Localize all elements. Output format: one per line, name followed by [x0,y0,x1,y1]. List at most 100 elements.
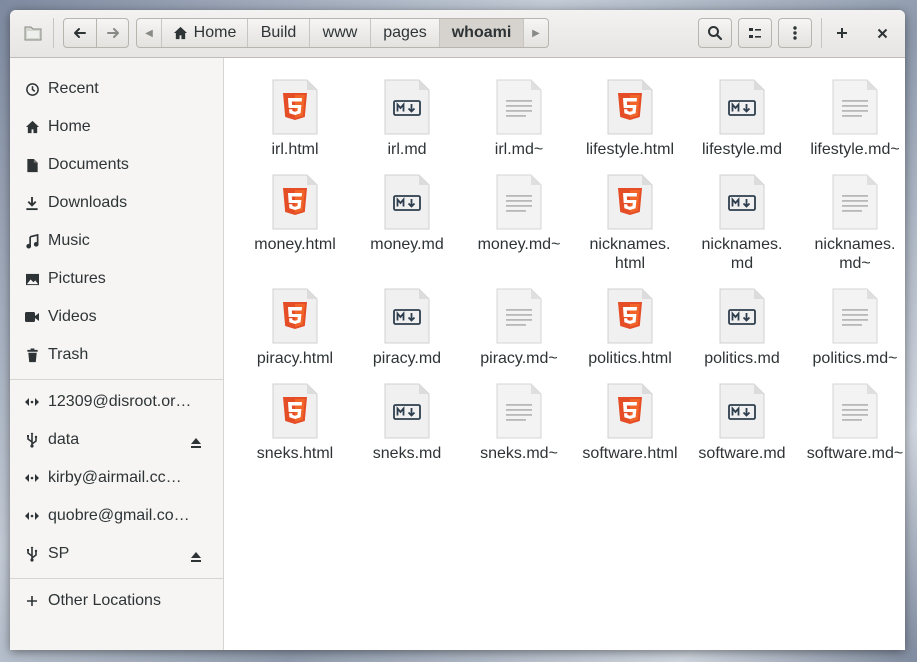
sidebar-item-label: Pictures [48,270,106,287]
file-name: money.html [254,236,336,253]
path-crumb-home[interactable]: Home [162,19,248,47]
path-crumb-current[interactable]: whoami [440,19,524,47]
sidebar-item-sp[interactable]: SP [10,535,223,573]
music-icon [24,233,40,249]
more-vertical-icon [793,26,797,40]
menu-button[interactable] [778,18,812,48]
file-item[interactable]: nicknames. md [686,174,798,273]
file-item[interactable]: politics.md [686,288,798,368]
view-toggle-button[interactable] [738,18,772,48]
path-crumb-label: pages [383,24,427,41]
path-bar: ◀ Home Build www pages whoami ▶ [136,18,549,48]
file-item[interactable]: lifestyle.html [574,79,686,159]
sidebar: Other Locations Recent Home Documents Downl… [10,58,224,650]
file-item[interactable]: irl.md~ [463,79,575,159]
header-separator [821,18,822,48]
clock-icon [24,82,40,97]
close-button[interactable] [868,18,896,48]
file-name: lifestyle.md [701,141,783,158]
app-menu-button[interactable] [20,18,46,48]
file-name: nicknames. md [701,236,783,272]
sidebar-item-music[interactable]: Music [10,222,223,260]
file-item[interactable]: money.html [239,174,351,254]
sidebar-item-documents[interactable]: Documents [10,146,223,184]
plus-icon [837,28,847,38]
path-crumb-label: Build [260,24,297,41]
sidebar-item-home[interactable]: Home [10,108,223,146]
file-item[interactable]: politics.md~ [799,288,905,368]
search-button[interactable] [698,18,732,48]
file-item[interactable]: nicknames. md~ [799,174,905,273]
path-crumb-label: www [322,24,358,41]
back-button[interactable] [63,18,97,48]
path-crumb-label: whoami [451,24,512,41]
path-scroll-left-button[interactable]: ◀ [137,19,162,47]
file-name: software.html [582,445,678,462]
path-scroll-right-button[interactable]: ▶ [524,19,548,47]
arrow-right-icon [106,28,119,38]
folder-icon [24,26,42,41]
new-window-button[interactable] [828,18,856,48]
text-file-icon [832,383,878,439]
file-item[interactable]: sneks.html [239,383,351,463]
sidebar-item-kirby-airmail-cc[interactable]: kirby@airmail.cc@… [10,459,223,497]
path-crumb-build[interactable]: Build [248,19,310,47]
close-icon [877,28,887,38]
sidebar-item-downloads[interactable]: Downloads [10,184,223,222]
markdown-file-icon [719,174,765,230]
file-item[interactable]: irl.md [351,79,463,159]
file-name: lifestyle.md~ [810,141,900,158]
file-item[interactable]: lifestyle.md [686,79,798,159]
sidebar-item-recent[interactable]: Recent [10,70,223,108]
html-file-icon [607,288,653,344]
file-item[interactable]: software.md~ [799,383,905,463]
eject-icon[interactable] [190,549,202,567]
file-item[interactable]: piracy.md [351,288,463,368]
file-item[interactable]: lifestyle.md~ [799,79,905,159]
file-item[interactable]: sneks.md [351,383,463,463]
markdown-file-icon [384,79,430,135]
sidebar-item-videos[interactable]: Videos [10,298,223,336]
video-icon [24,311,40,323]
file-name: politics.md~ [812,350,898,367]
sidebar-item-label: data [48,431,80,448]
sidebar-item-12309-disroot-or[interactable]: 12309@disroot.or… [10,383,223,421]
path-crumb-pages[interactable]: pages [371,19,440,47]
file-item[interactable]: money.md [351,174,463,254]
file-item[interactable]: piracy.html [239,288,351,368]
file-name: software.md [698,445,786,462]
file-item[interactable]: money.md~ [463,174,575,254]
forward-button[interactable] [96,18,129,48]
file-name: politics.html [588,350,672,367]
sidebar-item-pictures[interactable]: Pictures [10,260,223,298]
eject-icon[interactable] [190,435,202,453]
path-crumb-label: Home [193,24,237,41]
sidebar-item-label: Music [48,232,90,249]
file-name: software.md~ [806,445,904,462]
file-item[interactable]: software.html [574,383,686,463]
header-separator [53,18,54,48]
html-file-icon [607,79,653,135]
trash-icon [24,347,40,363]
network-icon [24,396,40,408]
file-item[interactable]: irl.html [239,79,351,159]
sidebar-item-other-locations[interactable]: Other Locations [10,582,223,620]
sidebar-item-quobre-gmail-co[interactable]: quobre@gmail.co… [10,497,223,535]
sidebar-item-data[interactable]: data [10,421,223,459]
text-file-icon [832,288,878,344]
file-item[interactable]: software.md [686,383,798,463]
file-item[interactable]: piracy.md~ [463,288,575,368]
sidebar-item-trash[interactable]: Trash [10,336,223,374]
path-crumb-www[interactable]: www [310,19,371,47]
sidebar-item-label: SP [48,545,70,562]
file-name: politics.md [704,350,780,367]
file-grid: irl.html irl.md irl.md~ lifestyle.html lifes… [224,58,905,650]
file-item[interactable]: politics.html [574,288,686,368]
markdown-file-icon [719,79,765,135]
file-name: irl.html [271,141,319,158]
file-item[interactable]: sneks.md~ [463,383,575,463]
text-file-icon [496,288,542,344]
file-item[interactable]: nicknames. html [574,174,686,273]
usb-icon [24,546,40,562]
network-icon [24,472,40,484]
